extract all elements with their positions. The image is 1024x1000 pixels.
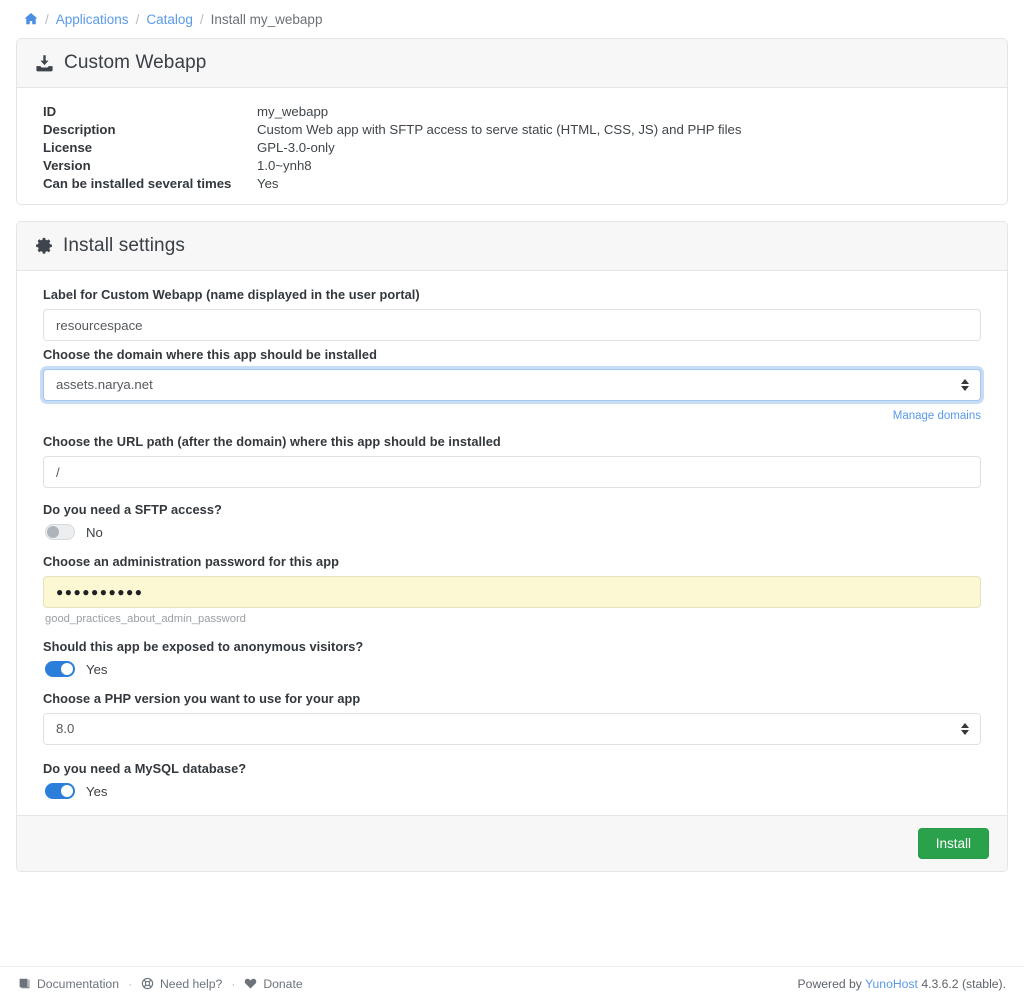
app-info-key-version: Version bbox=[17, 156, 257, 174]
install-settings-title: Install settings bbox=[63, 235, 185, 257]
public-toggle-state: Yes bbox=[86, 662, 108, 677]
breadcrumb-item-current: Install my_webapp bbox=[211, 12, 323, 27]
page-footer: Documentation · Need help? · bbox=[0, 966, 1024, 1000]
field-public-group: Should this app be exposed to anonymous … bbox=[35, 639, 989, 677]
need-help-label: Need help? bbox=[160, 977, 222, 991]
life-ring-icon bbox=[141, 977, 154, 990]
php-select-wrapper[interactable]: 8.0 bbox=[43, 713, 981, 745]
breadcrumb: / Applications / Catalog / Install my_we… bbox=[0, 0, 1024, 38]
breadcrumb-separator-2: / bbox=[136, 12, 140, 27]
powered-by: Powered by YunoHost 4.3.6.2 (stable). bbox=[798, 977, 1006, 991]
toggle-knob bbox=[61, 663, 73, 675]
app-info-key-multi-instance: Can be installed several times bbox=[17, 174, 257, 192]
breadcrumb-separator-3: / bbox=[200, 12, 204, 27]
field-domain-group: Choose the domain where this app should … bbox=[35, 347, 989, 424]
field-mysql-group: Do you need a MySQL database? Yes bbox=[35, 761, 989, 799]
domain-select[interactable]: assets.narya.net bbox=[43, 369, 981, 401]
domain-select-wrapper[interactable]: assets.narya.net bbox=[43, 369, 981, 401]
install-settings-card: Install settings Label for Custom Webapp… bbox=[16, 221, 1008, 872]
mysql-toggle-state: Yes bbox=[86, 784, 108, 799]
table-row: License GPL-3.0-only bbox=[17, 138, 1007, 156]
home-icon[interactable] bbox=[24, 12, 38, 26]
field-public-caption: Should this app be exposed to anonymous … bbox=[43, 639, 989, 654]
heart-icon bbox=[244, 977, 257, 990]
install-settings-header: Install settings bbox=[17, 222, 1007, 271]
mysql-toggle-row[interactable]: Yes bbox=[45, 783, 989, 799]
table-row: Version 1.0~ynh8 bbox=[17, 156, 1007, 174]
documentation-label: Documentation bbox=[37, 977, 119, 991]
field-domain-caption: Choose the domain where this app should … bbox=[43, 347, 989, 362]
url-path-input[interactable] bbox=[43, 456, 981, 488]
app-info-value-multi-instance: Yes bbox=[257, 174, 1007, 192]
table-row: Can be installed several times Yes bbox=[17, 174, 1007, 192]
footer-links: Documentation · Need help? · bbox=[18, 977, 303, 991]
toggle-knob bbox=[47, 526, 59, 538]
public-toggle-row[interactable]: Yes bbox=[45, 661, 989, 677]
field-password-caption: Choose an administration password for th… bbox=[43, 554, 989, 569]
book-icon bbox=[18, 977, 31, 990]
sftp-toggle[interactable] bbox=[45, 524, 75, 540]
password-help-text: good_practices_about_admin_password bbox=[45, 613, 989, 625]
field-mysql-caption: Do you need a MySQL database? bbox=[43, 761, 989, 776]
install-settings-form: Label for Custom Webapp (name displayed … bbox=[17, 271, 1007, 815]
public-toggle[interactable] bbox=[45, 661, 75, 677]
field-sftp-group: Do you need a SFTP access? No bbox=[35, 502, 989, 540]
field-sftp-caption: Do you need a SFTP access? bbox=[43, 502, 989, 517]
app-info-table: ID my_webapp Description Custom Web app … bbox=[17, 102, 1007, 192]
app-info-key-description: Description bbox=[17, 120, 257, 138]
app-info-value-id: my_webapp bbox=[257, 102, 1007, 120]
documentation-link[interactable]: Documentation bbox=[18, 977, 119, 991]
admin-password-input[interactable]: ●●●●●●●●●● bbox=[43, 576, 981, 608]
app-install-page: / Applications / Catalog / Install my_we… bbox=[0, 0, 1024, 1000]
manage-domains-row: Manage domains bbox=[35, 406, 981, 424]
yunohost-link[interactable]: YunoHost bbox=[865, 977, 918, 991]
breadcrumb-item-catalog[interactable]: Catalog bbox=[146, 12, 193, 27]
powered-by-prefix: Powered by bbox=[798, 977, 862, 991]
field-path-caption: Choose the URL path (after the domain) w… bbox=[43, 434, 989, 449]
field-php-caption: Choose a PHP version you want to use for… bbox=[43, 691, 989, 706]
app-info-title: Custom Webapp bbox=[64, 52, 206, 74]
app-info-key-license: License bbox=[17, 138, 257, 156]
donate-link[interactable]: Donate bbox=[244, 977, 302, 991]
app-info-card-body: ID my_webapp Description Custom Web app … bbox=[17, 88, 1007, 204]
donate-label: Donate bbox=[263, 977, 302, 991]
need-help-link[interactable]: Need help? bbox=[141, 977, 222, 991]
table-row: ID my_webapp bbox=[17, 102, 1007, 120]
label-input[interactable] bbox=[43, 309, 981, 341]
table-row: Description Custom Web app with SFTP acc… bbox=[17, 120, 1007, 138]
breadcrumb-separator-1: / bbox=[45, 12, 49, 27]
app-info-value-description: Custom Web app with SFTP access to serve… bbox=[257, 120, 1007, 138]
field-label-group: Label for Custom Webapp (name displayed … bbox=[35, 287, 989, 341]
footer-separator-2: · bbox=[231, 977, 235, 991]
yunohost-version: 4.3.6.2 (stable). bbox=[921, 977, 1006, 991]
app-info-key-id: ID bbox=[17, 102, 257, 120]
app-info-card-header: Custom Webapp bbox=[17, 39, 1007, 88]
install-button[interactable]: Install bbox=[918, 828, 989, 859]
toggle-knob bbox=[61, 785, 73, 797]
app-info-card: Custom Webapp ID my_webapp Description C… bbox=[16, 38, 1008, 205]
field-path-group: Choose the URL path (after the domain) w… bbox=[35, 434, 989, 488]
field-php-group: Choose a PHP version you want to use for… bbox=[35, 691, 989, 745]
field-password-group: Choose an administration password for th… bbox=[35, 554, 989, 625]
mysql-toggle[interactable] bbox=[45, 783, 75, 799]
field-label-caption: Label for Custom Webapp (name displayed … bbox=[43, 287, 989, 302]
sftp-toggle-row[interactable]: No bbox=[45, 524, 989, 540]
php-version-select[interactable]: 8.0 bbox=[43, 713, 981, 745]
download-tray-icon bbox=[35, 54, 54, 73]
footer-separator-1: · bbox=[128, 977, 132, 991]
install-card-footer: Install bbox=[17, 815, 1007, 871]
app-info-value-license: GPL-3.0-only bbox=[257, 138, 1007, 156]
breadcrumb-item-applications[interactable]: Applications bbox=[56, 12, 129, 27]
app-info-value-version: 1.0~ynh8 bbox=[257, 156, 1007, 174]
gear-icon bbox=[35, 237, 53, 255]
sftp-toggle-state: No bbox=[86, 525, 103, 540]
manage-domains-link[interactable]: Manage domains bbox=[893, 410, 981, 422]
